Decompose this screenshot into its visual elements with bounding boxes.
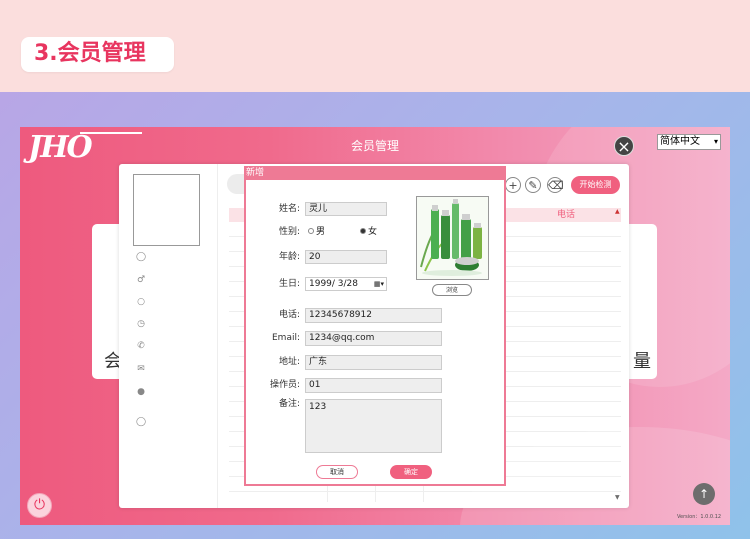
confirm-button[interactable]: 确定 <box>390 465 432 479</box>
dialog-title: 新增 <box>244 166 506 180</box>
operator-label: 操作员: <box>269 380 300 390</box>
gender-radio-male[interactable]: 男 <box>308 225 325 239</box>
phone-label: 电话: <box>278 310 300 320</box>
member-photo <box>133 174 200 246</box>
operator-field[interactable]: 01 <box>305 378 442 393</box>
product-bottles-image <box>417 197 488 279</box>
plus-icon[interactable]: + <box>505 177 521 193</box>
name-field[interactable]: 灵儿 <box>305 202 387 216</box>
age-label: 年龄: <box>278 252 300 262</box>
phone-icon: ✆ <box>137 341 145 351</box>
note-label: 备注: <box>278 399 300 409</box>
birthday-value: 1999/ 3/28 <box>309 279 359 289</box>
language-select[interactable]: 简体中文 ▾ <box>657 134 721 150</box>
card-glyph-right: 量 <box>633 351 651 372</box>
power-icon[interactable]: ⏻ <box>27 493 52 518</box>
member-detail-sidebar: ◯ ♂ ○ ◷ ✆ ✉ ● ◯ <box>119 164 218 508</box>
male-icon: ♂ <box>136 275 146 285</box>
version-label: Version：1.0.0.12 <box>677 514 722 520</box>
gender-female-label: 女 <box>368 227 378 237</box>
logo-swoosh <box>80 132 142 134</box>
address-field[interactable]: 广东 <box>305 355 442 370</box>
radio-female-dot <box>360 228 366 234</box>
edit-icon[interactable]: ✎ <box>525 177 541 193</box>
scroll-up-arrow[interactable]: ▲ <box>615 208 620 215</box>
radio-male-dot <box>308 228 314 234</box>
upload-icon[interactable]: ↑ <box>693 483 715 505</box>
birthday-picker[interactable]: 1999/ 3/28 ▦▾ <box>305 277 387 291</box>
chevron-down-icon: ▾ <box>713 137 718 146</box>
email-label: Email: <box>271 333 300 343</box>
section-heading: 3.会员管理 <box>21 37 174 72</box>
user-icon: ◯ <box>135 252 147 262</box>
add-member-dialog: 新增 姓名: 灵儿 性别: 男 女 年龄: 20 生日: 1999/ 3/28 ▦… <box>244 166 506 486</box>
operator-icon: ◯ <box>135 417 147 427</box>
gender-label: 性别: <box>278 227 300 237</box>
start-detection-button[interactable]: 开始检测 <box>571 176 620 194</box>
product-photo <box>416 196 489 280</box>
phone-field[interactable]: 12345678912 <box>305 308 442 323</box>
age-field[interactable]: 20 <box>305 250 387 264</box>
cake-icon: ○ <box>137 297 145 307</box>
note-textarea[interactable]: 123 <box>305 399 442 453</box>
browse-button[interactable]: 浏览 <box>432 284 472 296</box>
delete-icon[interactable]: ⌫ <box>547 177 564 193</box>
column-header-phone: 电话 <box>557 210 576 220</box>
name-label: 姓名: <box>278 204 300 214</box>
address-label: 地址: <box>278 357 300 367</box>
cancel-button[interactable]: 取消 <box>316 465 358 479</box>
scroll-down-arrow[interactable]: ▼ <box>615 494 620 501</box>
gender-radio-female[interactable]: 女 <box>360 225 377 239</box>
clock-icon: ◷ <box>137 319 145 329</box>
calendar-icon[interactable]: ▦▾ <box>374 278 384 290</box>
birthday-label: 生日: <box>278 279 300 289</box>
section-heading-text: 3.会员管理 <box>34 41 146 66</box>
email-field[interactable]: 1234@qq.com <box>305 331 442 346</box>
location-icon: ● <box>137 387 145 397</box>
gender-male-label: 男 <box>316 227 326 237</box>
close-button[interactable]: × <box>614 136 634 156</box>
mail-icon: ✉ <box>137 364 145 374</box>
language-value: 简体中文 <box>660 136 700 147</box>
